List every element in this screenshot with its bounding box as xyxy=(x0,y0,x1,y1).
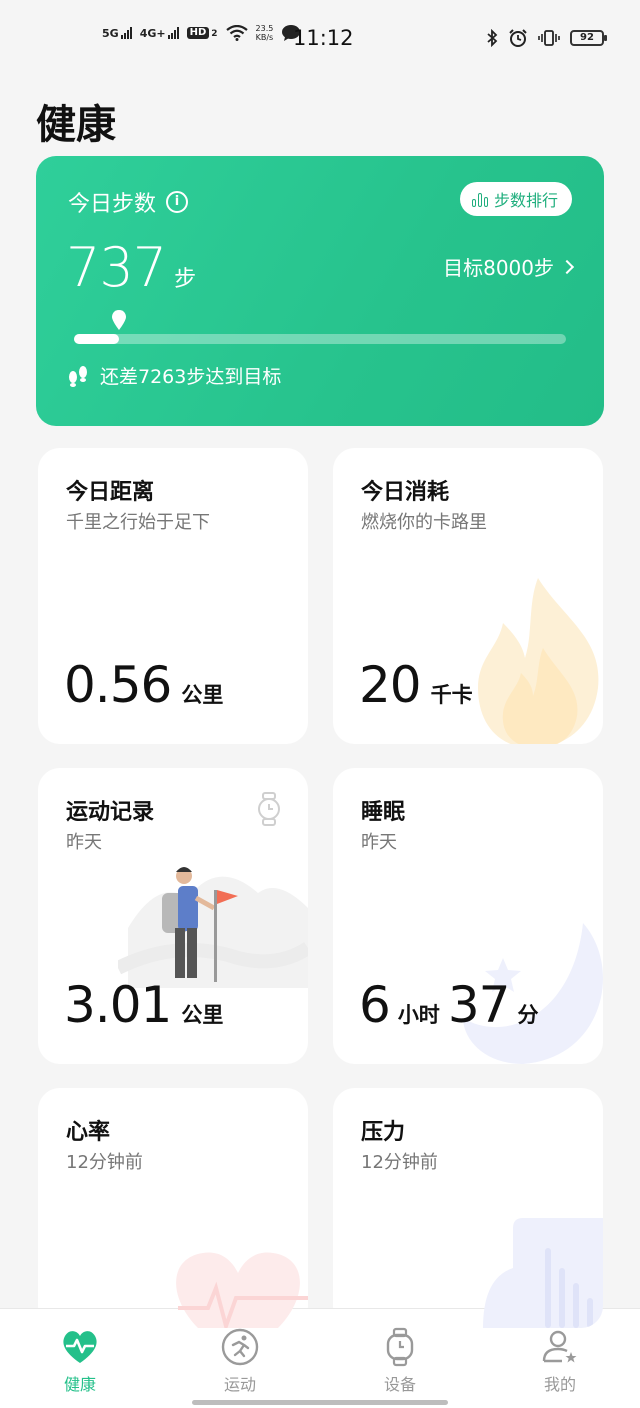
step-goal-label: 目标8000步 xyxy=(443,256,554,280)
page-title: 健康 xyxy=(36,102,116,148)
calories-tile[interactable]: 今日消耗 燃烧你的卡路里 20 千卡 xyxy=(333,448,603,744)
workout-title: 运动记录 xyxy=(66,800,155,825)
network-5g-label: 5G xyxy=(102,27,119,40)
stress-tile[interactable]: 压力 12分钟前 xyxy=(333,1088,603,1328)
heart-rate-subtitle: 12分钟前 xyxy=(66,1152,143,1173)
steps-ranking-label: 步数排行 xyxy=(493,191,558,210)
sleep-hours-value: 6 xyxy=(359,976,391,1034)
distance-unit: 公里 xyxy=(181,683,224,707)
watch-icon xyxy=(386,1327,414,1367)
nav-item-health[interactable]: 健康 xyxy=(0,1309,160,1408)
speed-unit: KB/s xyxy=(255,33,274,42)
sleep-hours-unit: 小时 xyxy=(397,1003,440,1027)
sleep-tile[interactable]: 睡眠 昨天 6 小时 37 分 xyxy=(333,768,603,1064)
nav-item-devices[interactable]: 设备 xyxy=(320,1309,480,1408)
home-indicator[interactable] xyxy=(192,1400,448,1405)
steps-count: 737 xyxy=(66,236,167,299)
sleep-minutes-unit: 分 xyxy=(517,1003,539,1027)
hd-label: HD xyxy=(186,27,210,39)
steps-title-row: 今日步数 i xyxy=(68,186,189,218)
sleep-title: 睡眠 xyxy=(361,800,406,825)
nav-label-devices: 设备 xyxy=(383,1375,416,1394)
watch-icon xyxy=(258,792,280,826)
nav-label-profile: 我的 xyxy=(543,1375,576,1394)
calories-unit: 千卡 xyxy=(430,683,473,707)
signal-5g-icon: 5G xyxy=(102,27,132,39)
workout-subtitle: 昨天 xyxy=(66,832,102,853)
steps-title: 今日步数 xyxy=(68,192,157,217)
hd-sub-label: 2 xyxy=(211,29,218,39)
workout-value-row: 3.01 公里 xyxy=(64,976,223,1034)
footprints-icon xyxy=(69,365,87,387)
heart-rate-title: 心率 xyxy=(66,1120,111,1145)
status-time: 11:12 xyxy=(293,26,354,50)
network-4g-label: 4G+ xyxy=(139,27,166,40)
workout-tile[interactable]: 运动记录 昨天 3.01 公里 xyxy=(38,768,308,1064)
distance-tile[interactable]: 今日距离 千里之行始于足下 0.56 公里 xyxy=(38,448,308,744)
info-icon[interactable]: i xyxy=(166,191,189,213)
nav-label-health: 健康 xyxy=(63,1375,96,1394)
bar-chart-icon xyxy=(471,191,488,207)
status-left: 5G 4G+ HD 2 23.5 KB/s xyxy=(102,24,301,42)
steps-progress-fill xyxy=(74,334,119,344)
heart-icon xyxy=(176,1252,308,1328)
flame-icon xyxy=(478,578,599,744)
distance-subtitle: 千里之行始于足下 xyxy=(66,512,210,533)
alarm-icon xyxy=(509,29,527,47)
hiker-illustration xyxy=(118,867,308,988)
status-right: 92 xyxy=(486,28,607,48)
chevron-right-icon xyxy=(559,259,575,274)
distance-title: 今日距离 xyxy=(66,480,155,505)
location-pin-icon xyxy=(112,310,126,330)
calories-subtitle: 燃烧你的卡路里 xyxy=(361,512,487,533)
profile-icon xyxy=(542,1330,577,1363)
sleep-minutes-value: 37 xyxy=(447,976,511,1034)
steps-ranking-button[interactable]: 步数排行 xyxy=(459,182,572,216)
hd-voice-icon: HD 2 xyxy=(186,27,218,39)
stress-title: 压力 xyxy=(361,1120,406,1145)
calories-title: 今日消耗 xyxy=(361,480,450,505)
calories-value: 20 xyxy=(359,656,422,714)
heart-rate-tile[interactable]: 心率 12分钟前 xyxy=(38,1088,308,1328)
steps-remaining-text: 还差7263步达到目标 xyxy=(100,366,282,388)
bluetooth-icon xyxy=(487,29,498,47)
stress-bars-icon xyxy=(483,1218,603,1328)
steps-unit: 步 xyxy=(174,267,197,292)
battery-icon: 92 xyxy=(570,30,607,46)
network-speed: 23.5 KB/s xyxy=(256,24,274,42)
workout-distance-value: 3.01 xyxy=(64,976,172,1034)
stress-subtitle: 12分钟前 xyxy=(361,1152,438,1173)
step-goal-link[interactable]: 目标8000步 xyxy=(443,252,575,281)
signal-4g-icon: 4G+ xyxy=(140,27,179,39)
steps-value-row: 737 步 xyxy=(66,236,196,299)
steps-progress-bar xyxy=(74,310,566,344)
sleep-value-row: 6 小时 37 分 xyxy=(359,976,538,1034)
speed-value: 23.5 xyxy=(255,24,274,33)
nav-label-workout: 运动 xyxy=(223,1375,256,1394)
heart-pulse-icon xyxy=(63,1331,97,1363)
distance-value: 0.56 xyxy=(64,656,172,714)
status-bar: 5G 4G+ HD 2 23.5 KB/s 11:12 92 xyxy=(0,0,640,80)
running-icon xyxy=(221,1328,259,1366)
wifi-icon xyxy=(225,25,248,41)
vibrate-icon xyxy=(538,30,560,46)
steps-card[interactable]: 今日步数 i 步数排行 737 步 目标8000步 还差7263步达到目标 xyxy=(36,156,604,426)
calories-value-row: 20 千卡 xyxy=(359,656,473,714)
workout-distance-unit: 公里 xyxy=(181,1003,224,1027)
steps-remaining-row: 还差7263步达到目标 xyxy=(66,362,281,389)
distance-value-row: 0.56 公里 xyxy=(64,656,223,714)
sleep-subtitle: 昨天 xyxy=(361,832,397,853)
